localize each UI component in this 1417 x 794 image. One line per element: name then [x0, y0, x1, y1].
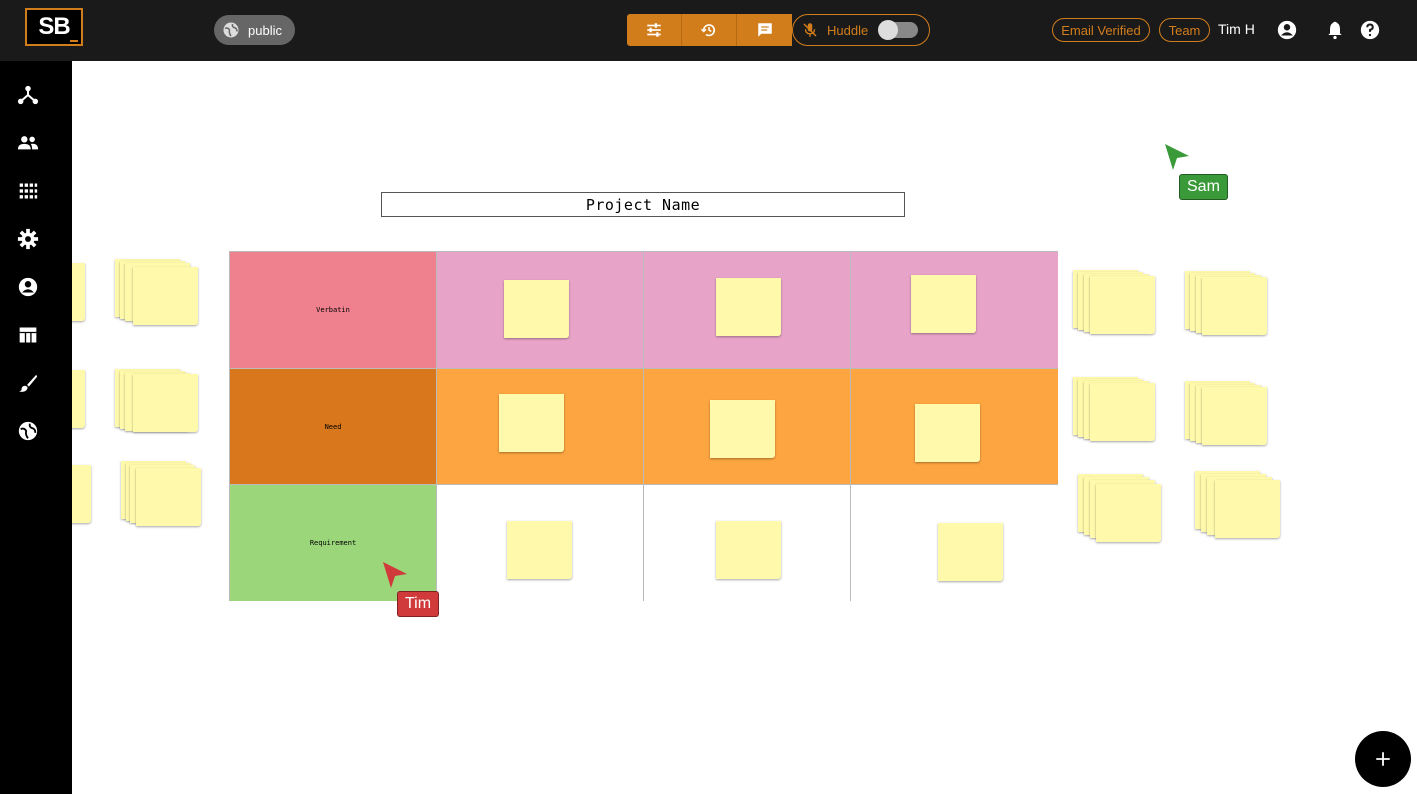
sticky-note[interactable] [938, 523, 1003, 581]
sticky-note[interactable] [911, 275, 976, 333]
settings-icon [17, 228, 39, 250]
globe-icon [223, 22, 239, 38]
row-label-cell[interactable]: Need [230, 369, 437, 485]
row-label: Verbatin [316, 306, 350, 314]
sticky-note[interactable] [716, 278, 781, 336]
sticky-note[interactable] [710, 400, 775, 458]
sticky-note[interactable] [72, 465, 91, 523]
cursor-tim-shape [383, 562, 407, 588]
whiteboard-canvas[interactable]: Project Name Verbatin Need Requirement S… [72, 61, 1417, 794]
notifications-button[interactable] [1323, 18, 1347, 42]
visibility-badge[interactable]: public [214, 15, 295, 45]
account-button[interactable] [1275, 18, 1299, 42]
account-icon [18, 277, 38, 297]
sidebar-item-brush[interactable] [16, 371, 40, 395]
cursor-sam-label: Sam [1179, 174, 1228, 200]
sticky-note[interactable] [1202, 387, 1267, 445]
sidebar-item-apps[interactable] [16, 179, 40, 203]
history-button[interactable] [682, 14, 737, 46]
sticky-note[interactable] [133, 267, 198, 325]
row-label-cell[interactable]: Verbatin [230, 252, 437, 369]
brush-icon [18, 374, 38, 392]
huddle-control: Huddle [792, 14, 930, 46]
cursor-sam-pointer-icon [1165, 144, 1189, 170]
sticky-note[interactable] [507, 521, 572, 579]
sticky-note[interactable] [72, 370, 85, 428]
app-logo[interactable]: SB [25, 8, 83, 46]
sticky-note[interactable] [504, 280, 569, 338]
sticky-note[interactable] [136, 468, 201, 526]
grid-apps-icon [19, 183, 38, 199]
account-icon [1277, 20, 1297, 40]
chat-button[interactable] [737, 14, 792, 46]
email-verified-badge[interactable]: Email Verified [1052, 18, 1150, 42]
table-icon [19, 327, 37, 343]
top-bar: SB public Huddle Email Verified Team Tim… [0, 0, 1417, 61]
sticky-note[interactable] [716, 521, 781, 579]
sidebar [0, 61, 72, 794]
sidebar-item-people[interactable] [16, 131, 40, 155]
globe-icon [18, 421, 38, 441]
sticky-note[interactable] [1215, 480, 1280, 538]
sidebar-item-account[interactable] [16, 275, 40, 299]
sticky-note[interactable] [915, 404, 980, 462]
user-name[interactable]: Tim H [1218, 21, 1255, 37]
help-button[interactable] [1358, 18, 1382, 42]
row-label: Need [324, 422, 342, 431]
sticky-note[interactable] [133, 374, 198, 432]
network-icon [17, 85, 39, 105]
cursor-tim-pointer-icon [383, 562, 407, 588]
cursor-tim-label: Tim [397, 591, 440, 617]
huddle-toggle[interactable] [878, 20, 919, 40]
sidebar-item-globe[interactable] [16, 419, 40, 443]
people-icon [17, 136, 39, 150]
sidebar-item-table[interactable] [16, 323, 40, 347]
sticky-note[interactable] [1090, 383, 1155, 441]
toolbar-group [627, 14, 792, 46]
huddle-label: Huddle [827, 22, 869, 38]
cursor-sam-shape [1165, 144, 1189, 170]
plus-icon [1376, 752, 1390, 766]
chat-icon [757, 23, 772, 37]
bell-icon [1328, 21, 1342, 40]
sliders-icon [647, 23, 661, 37]
filter-button[interactable] [627, 14, 682, 46]
sticky-note[interactable] [72, 263, 85, 321]
help-icon [1360, 20, 1380, 40]
sticky-note[interactable] [1090, 276, 1155, 334]
add-button[interactable] [1355, 731, 1411, 787]
row-label: Requirement [309, 539, 357, 547]
mic-off-icon[interactable] [801, 21, 819, 39]
sticky-note[interactable] [1202, 277, 1267, 335]
history-icon [700, 24, 716, 37]
sidebar-item-settings[interactable] [16, 227, 40, 251]
sidebar-item-network[interactable] [16, 83, 40, 107]
sticky-note[interactable] [499, 394, 564, 452]
board-title[interactable]: Project Name [381, 192, 905, 217]
team-badge[interactable]: Team [1159, 18, 1210, 42]
visibility-label: public [248, 22, 282, 38]
sticky-note[interactable] [1096, 484, 1161, 542]
